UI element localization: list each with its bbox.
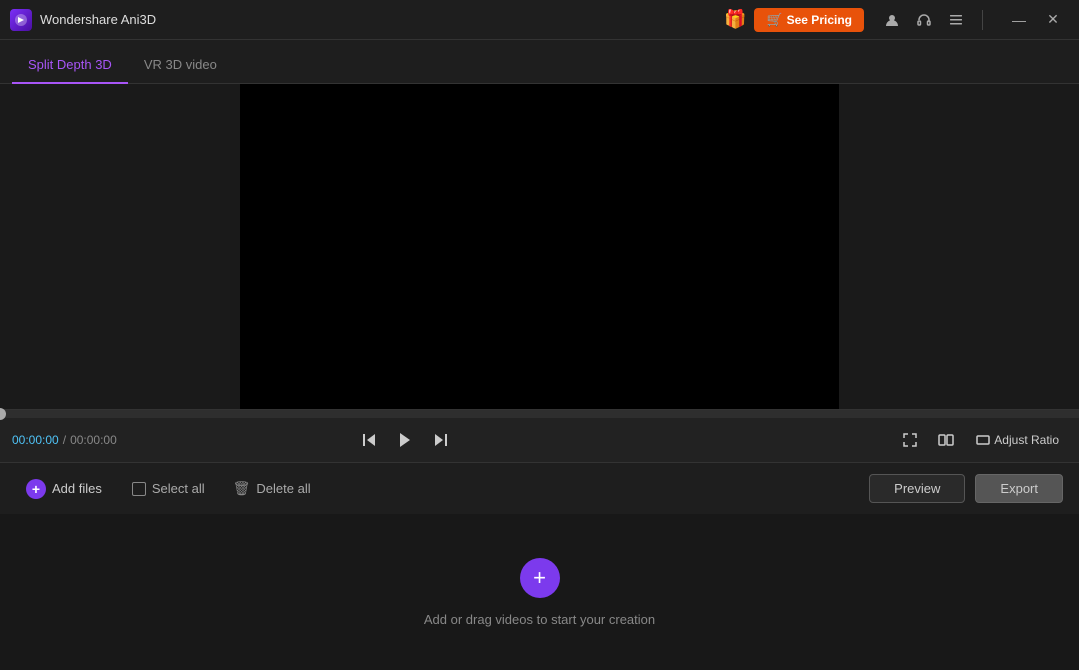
adjust-ratio-button[interactable]: Adjust Ratio — [968, 429, 1067, 451]
main-content: 00:00:00 / 00:00:00 — [0, 84, 1079, 670]
delete-all-label: Delete all — [256, 481, 310, 496]
editor-area — [0, 84, 1079, 409]
drop-hint-text: Add or drag videos to start your creatio… — [424, 612, 655, 627]
tabbar: Split Depth 3D VR 3D video — [0, 40, 1079, 84]
bottom-section: + Add files Select all 🗑 Delete all Prev… — [0, 462, 1079, 670]
export-button[interactable]: Export — [975, 474, 1063, 503]
time-total: 00:00:00 — [70, 433, 117, 447]
window-controls: — ✕ — [1003, 6, 1069, 34]
split-view-button[interactable] — [932, 426, 960, 454]
add-files-label: Add files — [52, 481, 102, 496]
right-panel — [839, 84, 1079, 409]
titlebar-icons — [878, 6, 970, 34]
titlebar: Wondershare Ani3D 🎁 🛒 See Pricing — ✕ — [0, 0, 1079, 40]
playback-controls: 00:00:00 / 00:00:00 — [0, 418, 1079, 462]
playback-bar: 00:00:00 / 00:00:00 — [0, 409, 1079, 462]
checkbox-icon — [132, 482, 146, 496]
gift-icon[interactable]: 🎁 — [724, 9, 746, 30]
right-action-buttons: Preview Export — [869, 474, 1063, 503]
skip-back-button[interactable] — [355, 426, 383, 454]
cart-icon: 🛒 — [766, 12, 782, 28]
drop-plus-button[interactable]: + — [520, 558, 560, 598]
delete-all-button[interactable]: 🗑 Delete all — [225, 474, 319, 503]
drop-area[interactable]: + Add or drag videos to start your creat… — [0, 514, 1079, 670]
left-panel — [0, 84, 240, 409]
select-all-label: Select all — [152, 481, 205, 496]
tab-split-depth-3d[interactable]: Split Depth 3D — [12, 47, 128, 84]
tab-vr-3d-video[interactable]: VR 3D video — [128, 47, 233, 84]
menu-icon[interactable] — [942, 6, 970, 34]
time-display: 00:00:00 / 00:00:00 — [12, 433, 132, 447]
time-current: 00:00:00 — [12, 433, 59, 447]
account-icon[interactable] — [878, 6, 906, 34]
app-logo — [10, 9, 32, 31]
see-pricing-label: See Pricing — [787, 13, 852, 27]
titlebar-right: 🎁 🛒 See Pricing — ✕ — [724, 6, 1069, 34]
app-title: Wondershare Ani3D — [40, 12, 724, 27]
video-preview — [240, 84, 839, 409]
time-separator: / — [63, 433, 66, 447]
add-files-button[interactable]: + Add files — [16, 473, 112, 505]
preview-button[interactable]: Preview — [869, 474, 965, 503]
see-pricing-button[interactable]: 🛒 See Pricing — [754, 8, 864, 32]
adjust-ratio-label: Adjust Ratio — [994, 433, 1059, 447]
seek-bar[interactable] — [0, 410, 1079, 418]
playback-buttons — [355, 426, 455, 454]
separator — [982, 10, 983, 30]
fullscreen-button[interactable] — [896, 426, 924, 454]
headset-icon[interactable] — [910, 6, 938, 34]
play-button[interactable] — [391, 426, 419, 454]
add-files-icon: + — [26, 479, 46, 499]
skip-forward-button[interactable] — [427, 426, 455, 454]
right-controls: Adjust Ratio — [896, 426, 1067, 454]
close-button[interactable]: ✕ — [1037, 6, 1069, 34]
minimize-button[interactable]: — — [1003, 6, 1035, 34]
select-all-button[interactable]: Select all — [124, 475, 213, 502]
bottom-toolbar: + Add files Select all 🗑 Delete all Prev… — [0, 462, 1079, 514]
trash-icon: 🗑 — [233, 480, 251, 497]
